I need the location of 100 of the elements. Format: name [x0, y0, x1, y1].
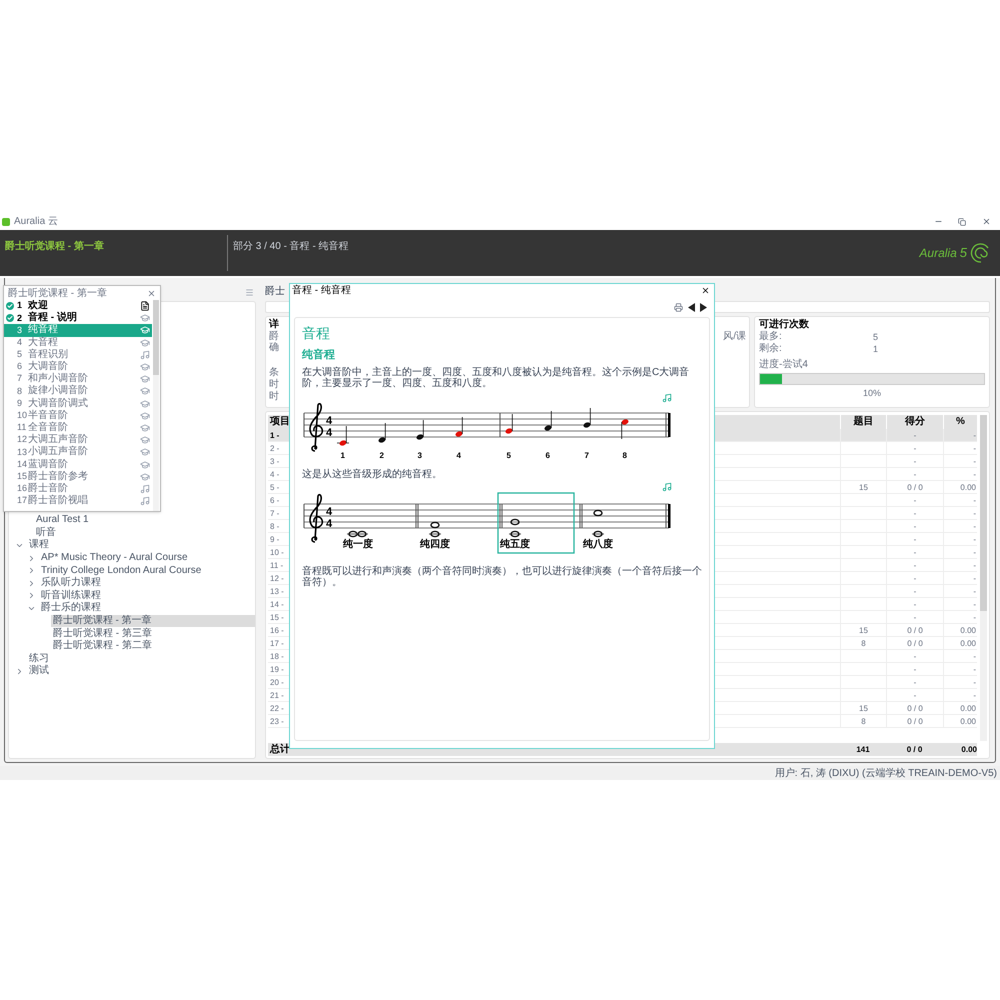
table-cell-text: 0 / 0 — [907, 625, 923, 636]
previous-icon — [688, 302, 695, 312]
lesson-item[interactable]: 8 旋律小调音阶 — [4, 385, 152, 398]
music-note-icon — [140, 484, 150, 494]
graduation-cap-icon — [140, 374, 150, 384]
progress-reading: 10% — [862, 387, 882, 400]
lesson-number: 16 — [17, 482, 28, 496]
chevron-right-icon[interactable] — [27, 566, 36, 576]
attempts-label: 剩余: — [759, 343, 783, 355]
table-cell-text: - — [973, 508, 976, 519]
lesson-number: 12 — [17, 433, 28, 446]
menu-icon[interactable] — [245, 288, 254, 297]
lesson-item[interactable]: 2 音程 - 说明 — [4, 312, 152, 324]
lesson-item[interactable]: 13小调五声音阶 — [4, 446, 152, 458]
chevron-right-icon[interactable] — [27, 554, 36, 563]
lesson-label: 全音音阶 — [28, 422, 69, 434]
lesson-item[interactable]: 5 音程识别 — [4, 348, 152, 361]
lesson-item[interactable]: 17 爵士音阶视唱 — [4, 495, 152, 508]
play-music-icon[interactable] — [662, 393, 672, 403]
tree-item[interactable]: 爵士听觉课程 - 第三章 — [51, 628, 154, 640]
tree-item[interactable]: 课程 — [27, 539, 51, 552]
details-text: 风/课 — [723, 331, 746, 344]
tree-item[interactable]: AP* Music Theory - Aural Course — [39, 552, 190, 564]
section-title: 部分 3 / 40 - 音程 - 纯音程 — [233, 240, 349, 254]
lesson-item[interactable]: 11 全音音阶 — [4, 422, 152, 434]
table-cell-text: - — [914, 495, 916, 506]
table-cell-text: 21 - — [269, 690, 285, 701]
table-cell-text: 19 - — [269, 664, 285, 675]
details-title: 详 — [269, 319, 279, 330]
whole-note-icon — [428, 522, 442, 538]
tree-item[interactable]: 乐队听力课程 — [39, 577, 103, 590]
close-button[interactable] — [701, 286, 710, 295]
lesson-number: 13 — [17, 446, 28, 459]
chevron-right-icon[interactable] — [15, 666, 24, 676]
double-barline — [416, 504, 418, 528]
lesson-item[interactable]: 15爵士音阶参考 — [4, 470, 152, 483]
restore-icon — [958, 218, 966, 226]
table-cell-text: - — [914, 599, 916, 610]
lesson-label: 大音程 — [28, 336, 59, 348]
lesson-item[interactable]: 4 大音程 — [4, 336, 152, 349]
chevron-right-icon[interactable] — [27, 591, 36, 600]
column-header[interactable]: 项目 — [268, 415, 292, 429]
table-cell-text: 0 / 0 — [907, 482, 923, 493]
tree-item[interactable]: 听音训练课程 — [39, 590, 103, 602]
lesson-item[interactable]: 7 和声小调音阶 — [4, 373, 152, 386]
table-cell-text: 3 - — [269, 456, 280, 467]
table-cell-text: - — [973, 664, 976, 675]
tree-item[interactable]: 爵士听觉课程 - 第一章 — [50, 615, 255, 628]
previous-button[interactable] — [688, 302, 695, 312]
lesson-item[interactable]: 10半音音阶 — [4, 410, 152, 422]
tree-item[interactable]: 测试 — [27, 665, 51, 678]
lesson-heading: 音程 — [302, 324, 331, 343]
tree-item[interactable]: Trinity College London Aural Course — [39, 564, 204, 577]
table-cell-text: - — [914, 664, 916, 675]
next-icon — [700, 302, 707, 312]
lesson-number: 7 — [17, 372, 24, 386]
next-button[interactable] — [700, 302, 707, 312]
scrollbar[interactable] — [980, 415, 987, 741]
lesson-item[interactable]: 6 大调音阶 — [4, 360, 152, 374]
final-barline — [666, 504, 670, 528]
note-number: 7 — [584, 451, 589, 459]
total-label: 总计 — [268, 743, 291, 756]
treble-clef-icon — [309, 403, 324, 452]
graduation-cap-icon — [140, 398, 150, 409]
table-cell-text: 0.00 — [960, 625, 976, 636]
table-cell-text: - — [914, 430, 916, 441]
play-music-icon[interactable] — [662, 482, 672, 492]
table-cell-text: - — [914, 456, 916, 467]
table-cell-text: 11 - — [269, 560, 284, 571]
attempts-title: 可进行次数 — [759, 319, 810, 331]
lesson-item[interactable]: 16 爵士音阶 — [4, 482, 152, 495]
table-cell-text: - — [973, 521, 976, 532]
table-cell-text: 141 — [855, 744, 871, 756]
lesson-item[interactable]: 14蓝调音阶 — [4, 458, 152, 471]
table-cell-text: 0 / 0 — [907, 703, 923, 714]
double-barline — [500, 504, 502, 528]
table-cell-text: 7 - — [269, 508, 280, 519]
note-number: 5 — [506, 451, 511, 459]
lesson-number: 9 — [17, 396, 24, 410]
tree-item[interactable]: 听音 — [34, 526, 58, 539]
tree-item[interactable]: 爵士听觉课程 - 第二章 — [51, 640, 154, 652]
lesson-label: 半音音阶 — [28, 410, 69, 422]
table-cell-text: 8 — [861, 716, 866, 727]
lesson-label: 大调音阶 — [28, 361, 69, 372]
tree-item[interactable]: 练习 — [27, 652, 51, 665]
table-cell-text: - — [914, 508, 916, 519]
scrollbar[interactable] — [153, 300, 159, 511]
lesson-label: 大调音阶调式 — [28, 398, 89, 410]
note-number: 2 — [380, 451, 384, 459]
attempts-label: 最多: — [759, 331, 783, 343]
chevron-right-icon[interactable] — [27, 578, 36, 588]
lesson-item[interactable]: 12 大调五声音阶 — [4, 434, 152, 446]
print-button[interactable] — [674, 302, 683, 312]
table-cell-text: - — [973, 495, 976, 506]
tree-item[interactable]: 爵士乐的课程 — [39, 602, 103, 614]
table-cell-text: 18 - — [269, 651, 285, 662]
lesson-item[interactable]: 9 大调音阶调式 — [4, 398, 152, 410]
tree-item[interactable]: Aural Test 1 — [34, 514, 91, 526]
whole-note-icon — [346, 530, 368, 538]
graduation-cap-icon — [140, 386, 150, 396]
